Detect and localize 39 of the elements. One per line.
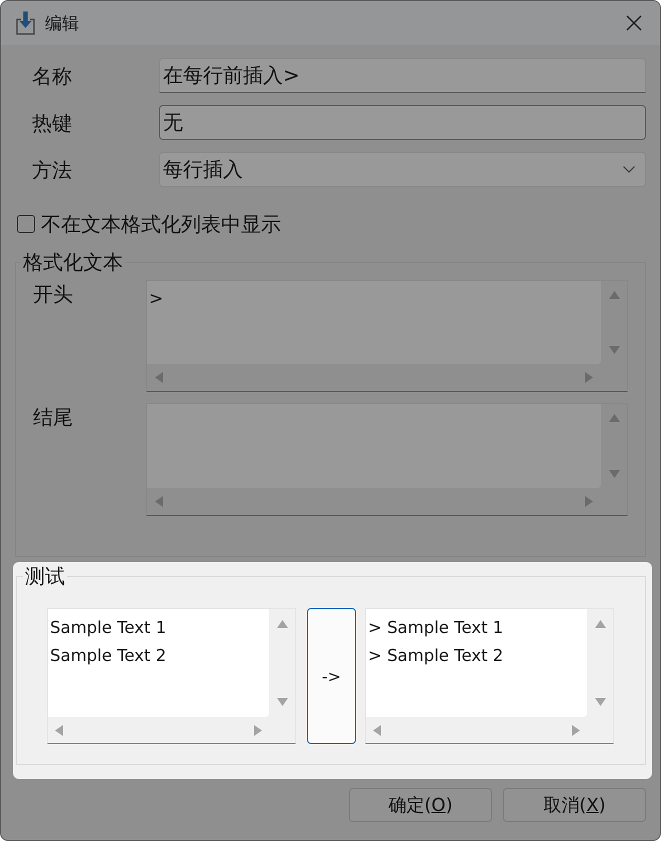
arrow-down-icon[interactable] xyxy=(608,470,620,478)
dialog-button[interactable]: 确定(O) xyxy=(349,788,492,822)
dropdown[interactable]: 每行插入 xyxy=(159,152,646,187)
window-title: 编辑 xyxy=(45,12,79,34)
arrow-right-icon[interactable] xyxy=(254,724,262,736)
dialog-button[interactable]: 取消(X) xyxy=(503,788,646,822)
group-title: 测试 xyxy=(24,566,66,586)
arrow-down-icon[interactable] xyxy=(594,698,606,706)
arrow-left-icon[interactable] xyxy=(55,724,63,736)
text-area-label: 开头 xyxy=(33,283,74,305)
arrow-up-icon[interactable] xyxy=(276,620,288,628)
text-area[interactable]: > Sample Text 1 > Sample Text 2 xyxy=(365,608,614,744)
checkbox[interactable] xyxy=(17,215,35,233)
field-label: 热键 xyxy=(32,110,73,134)
convert-button[interactable]: -> xyxy=(307,608,356,744)
arrow-down-icon[interactable] xyxy=(276,698,288,706)
arrow-left-icon[interactable] xyxy=(155,496,163,507)
text-area[interactable]: > xyxy=(146,280,628,392)
arrow-left-icon[interactable] xyxy=(373,724,381,736)
close-icon xyxy=(626,15,642,31)
text-area-label: 结尾 xyxy=(33,406,74,428)
text-area[interactable]: Sample Text 1 Sample Text 2 xyxy=(47,608,296,744)
arrow-down-icon[interactable] xyxy=(608,346,620,354)
arrow-up-icon[interactable] xyxy=(608,414,620,422)
arrow-up-icon[interactable] xyxy=(608,291,620,299)
arrow-right-icon[interactable] xyxy=(572,724,580,736)
checkbox-label[interactable]: 不在文本格式化列表中显示 xyxy=(41,210,281,238)
arrow-left-icon[interactable] xyxy=(155,372,163,383)
arrow-right-icon[interactable] xyxy=(585,496,593,507)
arrow-up-icon[interactable] xyxy=(594,620,606,628)
text-field[interactable]: 在每行前插入> xyxy=(159,58,646,93)
text-area[interactable] xyxy=(146,403,628,516)
hotkey-field[interactable]: 无 xyxy=(159,105,646,140)
chevron-down-icon xyxy=(623,166,635,173)
arrow-right-icon[interactable] xyxy=(585,372,593,383)
field-label: 方法 xyxy=(32,158,73,182)
group-title: 格式化文本 xyxy=(22,252,124,272)
download-icon xyxy=(16,11,35,35)
field-label: 名称 xyxy=(32,64,73,88)
